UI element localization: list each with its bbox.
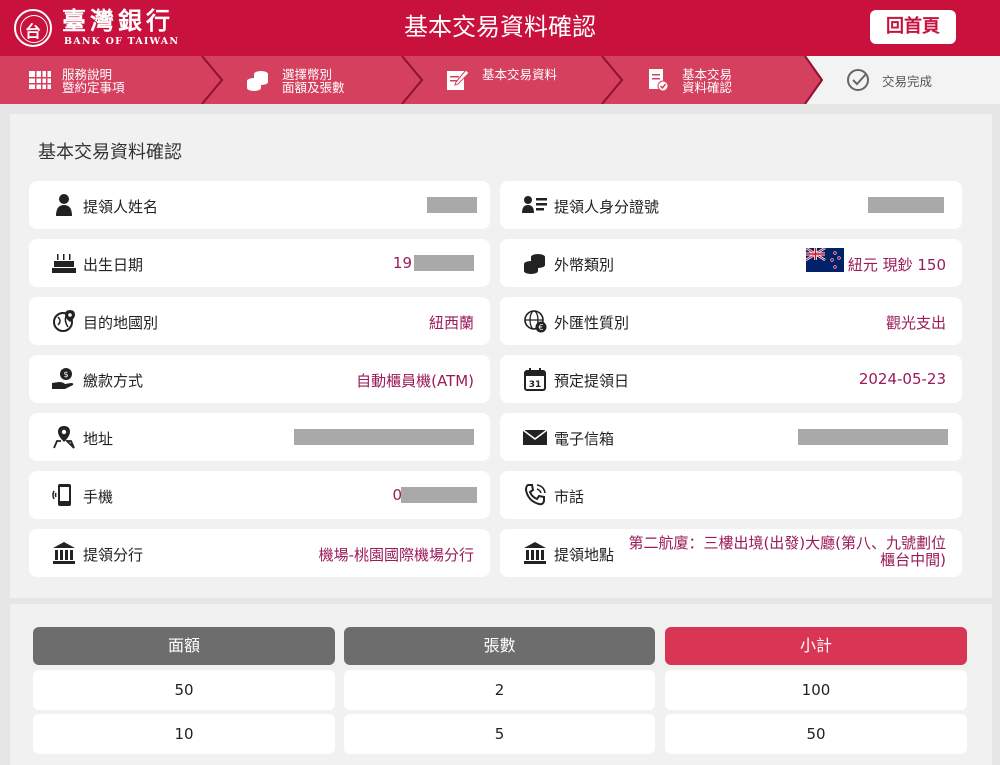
check-circle-icon xyxy=(847,69,869,91)
table-cell: 5 xyxy=(344,714,655,754)
field-label: 地址 xyxy=(83,430,114,448)
mobile-phone-icon xyxy=(52,484,71,506)
envelope-icon xyxy=(522,429,548,445)
globe-euro-icon: € xyxy=(524,310,547,333)
field-location: 提領地點 第二航廈：三樓出境(出發)大廳(第八、九號劃位櫃台中間) xyxy=(500,529,962,577)
field-label: 提領人身分證號 xyxy=(554,198,660,216)
telephone-icon xyxy=(524,484,546,506)
field-label: 外匯性質別 xyxy=(554,314,630,332)
column-header-subtotal: 小計 xyxy=(665,627,967,665)
step-service-terms: 服務說明 暨約定事項 xyxy=(0,56,200,104)
table-cell: 50 xyxy=(665,714,967,754)
field-destination: 目的地國別 紐西蘭 xyxy=(29,297,490,345)
table-cell: 50 xyxy=(33,670,335,710)
field-label: 繳款方式 xyxy=(83,372,144,390)
field-label: 提領分行 xyxy=(83,546,144,564)
field-birthday: 出生日期 19 xyxy=(29,239,490,287)
svg-text:31: 31 xyxy=(529,380,542,390)
field-value: 2024-05-23 xyxy=(858,370,946,388)
step-label-line2: 面額及張數 xyxy=(282,80,345,95)
field-value: 自動櫃員機(ATM) xyxy=(356,372,474,390)
field-value: 觀光支出 xyxy=(885,314,946,332)
field-value: 機場-桃園國際機場分行 xyxy=(318,546,474,564)
field-currency: 外幣類別 紐元 現鈔 150 xyxy=(500,239,962,287)
top-header: 台 臺灣銀行 BANK OF TAIWAN 基本交易資料確認 回首頁 xyxy=(0,0,1000,56)
field-label: 外幣類別 xyxy=(554,256,615,274)
field-label: 提領地點 xyxy=(554,546,615,564)
step-select-currency: 選擇幣別 面額及張數 xyxy=(222,56,402,104)
field-branch: 提領分行 機場-桃園國際機場分行 xyxy=(29,529,490,577)
section-title: 基本交易資料確認 xyxy=(38,142,182,163)
redacted-value xyxy=(401,487,477,503)
step-confirm-data: 基本交易 資料確認 xyxy=(622,56,805,104)
redacted-value xyxy=(427,197,477,213)
progress-steps: 服務說明 暨約定事項 選擇幣別 面額及張數 基本交易資料 基本交易 資料確認 交… xyxy=(0,56,1000,104)
field-name: 提領人姓名 xyxy=(29,181,490,229)
birthday-cake-icon xyxy=(52,254,76,273)
step-label-line1: 基本交易資料 xyxy=(482,67,558,82)
edit-form-icon xyxy=(447,69,470,90)
redacted-value xyxy=(294,429,474,445)
coins-icon xyxy=(524,254,545,274)
step-label-line1: 交易完成 xyxy=(882,74,933,89)
field-id-number: 提領人身分證號 I xyxy=(500,181,962,229)
table-cell: 2 xyxy=(344,670,655,710)
field-pickup-date: 31 預定提領日 2024-05-23 xyxy=(500,355,962,403)
bank-building-icon xyxy=(524,542,546,564)
bank-building-icon xyxy=(53,542,75,564)
field-value: 紐元 現鈔 150 xyxy=(847,256,946,274)
field-address: 地址 xyxy=(29,413,490,461)
field-label: 目的地國別 xyxy=(83,314,159,332)
field-value: 紐西蘭 xyxy=(428,314,474,332)
field-label: 預定提領日 xyxy=(554,372,630,390)
column-header-quantity: 張數 xyxy=(344,627,655,665)
step-basic-data: 基本交易資料 xyxy=(422,56,602,104)
svg-text:€: € xyxy=(538,323,543,332)
id-card-icon xyxy=(522,196,547,213)
new-zealand-flag-icon xyxy=(806,248,844,272)
location-pin-icon xyxy=(53,426,75,449)
globe-pin-icon xyxy=(53,310,75,332)
step-label-line2: 資料確認 xyxy=(682,80,733,95)
bank-logo[interactable]: 台 臺灣銀行 BANK OF TAIWAN xyxy=(14,7,209,49)
document-check-icon xyxy=(649,69,669,92)
home-button[interactable]: 回首頁 xyxy=(870,10,956,44)
hand-money-icon: $ xyxy=(52,368,74,389)
person-icon xyxy=(56,194,72,216)
field-email: 電子信箱 xyxy=(500,413,962,461)
field-mobile: 手機 0 xyxy=(29,471,490,519)
field-label: 出生日期 xyxy=(83,256,144,274)
table-cell: 100 xyxy=(665,670,967,710)
step-label-line2: 暨約定事項 xyxy=(62,80,125,95)
field-label: 提領人姓名 xyxy=(83,198,159,216)
svg-text:$: $ xyxy=(63,370,68,379)
coins-icon xyxy=(247,71,268,91)
calendar-icon: 31 xyxy=(524,368,546,391)
field-payment: $ 繳款方式 自動櫃員機(ATM) xyxy=(29,355,490,403)
field-value: 19 xyxy=(392,254,412,272)
column-header-denomination: 面額 xyxy=(33,627,335,665)
field-value: 第二航廈：三樓出境(出發)大廳(第八、九號劃位櫃台中間) xyxy=(628,534,946,569)
field-label: 市話 xyxy=(554,488,585,506)
field-fx-purpose: € 外匯性質別 觀光支出 xyxy=(500,297,962,345)
table-cell: 10 xyxy=(33,714,335,754)
field-label: 手機 xyxy=(83,488,114,506)
bank-seal-icon: 台 xyxy=(14,9,52,47)
step-complete: 交易完成 xyxy=(822,56,1000,104)
redacted-value xyxy=(798,429,948,445)
redacted-value xyxy=(414,255,474,271)
logo-chinese-name: 臺灣銀行 xyxy=(62,6,174,35)
logo-english-name: BANK OF TAIWAN xyxy=(64,36,180,47)
field-phone: 市話 xyxy=(500,471,962,519)
field-label: 電子信箱 xyxy=(554,430,615,448)
grid-icon xyxy=(29,71,51,89)
redacted-value xyxy=(868,197,944,213)
